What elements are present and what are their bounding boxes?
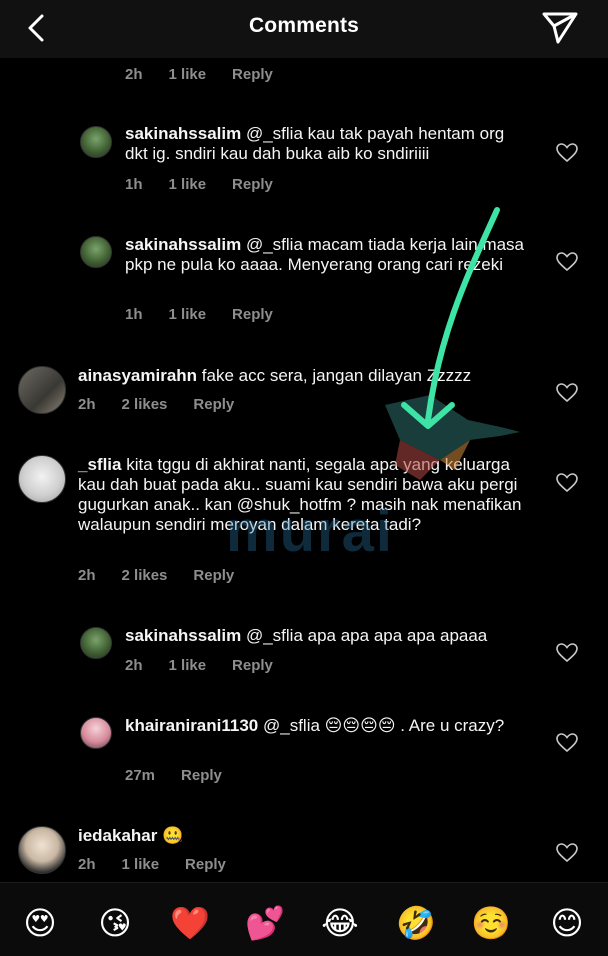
send-icon[interactable]	[540, 8, 580, 46]
page-title: Comments	[248, 14, 360, 37]
comment-likes[interactable]: 1 like	[169, 176, 207, 193]
heart-icon[interactable]	[556, 143, 578, 163]
reply-button[interactable]: Reply	[232, 176, 273, 193]
reply-button[interactable]: Reply	[232, 306, 273, 323]
comment-meta: 1h 1 like Reply	[125, 306, 299, 323]
red-heart-emoji[interactable]: ❤️	[170, 903, 210, 943]
heart-icon[interactable]	[556, 252, 578, 272]
comment-time: 2h	[78, 567, 96, 584]
avatar[interactable]	[80, 717, 112, 749]
comment-likes[interactable]: 1 like	[169, 306, 207, 323]
comment-username[interactable]: ainasyamirahn	[78, 366, 197, 385]
comment-likes[interactable]: 1 like	[169, 66, 207, 83]
avatar[interactable]	[80, 627, 112, 659]
comment-time: 2h	[125, 657, 143, 674]
comment-text: fake acc sera, jangan dilayan Zzzzz	[197, 366, 472, 385]
reply-button[interactable]: Reply	[185, 856, 226, 873]
smiling-emoji[interactable]: ☺️	[471, 903, 511, 943]
comment-meta: 2h 1 like Reply	[125, 657, 299, 674]
heart-icon[interactable]	[556, 473, 578, 493]
heart-icon[interactable]	[556, 733, 578, 753]
comment-likes[interactable]: 1 like	[169, 657, 207, 674]
comment-username[interactable]: _sflia	[78, 455, 121, 474]
comment-likes[interactable]: 2 likes	[122, 567, 168, 584]
comment-username[interactable]: khairanirani1130	[125, 716, 258, 735]
heart-icon[interactable]	[556, 843, 578, 863]
comment-text: 🤐	[157, 826, 184, 845]
comment-meta: 27m Reply	[125, 767, 248, 784]
comment-username[interactable]: sakinahssalim	[125, 235, 241, 254]
rofl-emoji[interactable]: 🤣	[396, 903, 436, 943]
comment-meta: 2h 2 likes Reply	[78, 396, 260, 413]
avatar[interactable]	[18, 826, 66, 874]
heart-icon[interactable]	[556, 383, 578, 403]
comment-username[interactable]: sakinahssalim	[125, 626, 241, 645]
comment-time: 2h	[78, 856, 96, 873]
two-hearts-emoji[interactable]: 💕	[245, 903, 285, 943]
avatar[interactable]	[18, 366, 66, 414]
blush-emoji[interactable]: 😊	[547, 903, 587, 943]
comment-likes[interactable]: 2 likes	[122, 396, 168, 413]
reply-button[interactable]: Reply	[181, 767, 222, 784]
comment-text: @_sflia apa apa apa apa apaaa	[241, 626, 488, 645]
avatar[interactable]	[80, 126, 112, 158]
comment-time: 2h	[78, 396, 96, 413]
avatar[interactable]	[80, 236, 112, 268]
comment-meta: 1h 1 like Reply	[125, 176, 299, 193]
comment-text: @_sflia 😔😔😔😔 . Are u crazy?	[258, 716, 505, 735]
reply-button[interactable]: Reply	[232, 66, 273, 83]
comment-username[interactable]: iedakahar	[78, 826, 157, 845]
comment-time: 2h	[125, 66, 143, 83]
comment-meta: 2h 1 like Reply	[125, 66, 299, 83]
comment-likes[interactable]: 1 like	[122, 856, 160, 873]
comment-time: 27m	[125, 767, 156, 784]
comment-username[interactable]: sakinahssalim	[125, 124, 241, 143]
header-bar: Comments	[0, 0, 608, 58]
emoji-reaction-bar: 😍 😘 ❤️ 💕 😂 🤣 ☺️ 😊	[0, 882, 608, 956]
watermark-logo: murai	[226, 499, 394, 564]
reply-button[interactable]: Reply	[193, 567, 234, 584]
comment-time: 1h	[125, 306, 143, 323]
comment-meta: 2h 1 like Reply	[78, 856, 252, 873]
kiss-emoji[interactable]: 😘	[95, 903, 135, 943]
heart-icon[interactable]	[556, 643, 578, 663]
heart-eyes-emoji[interactable]: 😍	[20, 903, 60, 943]
reply-button[interactable]: Reply	[232, 657, 273, 674]
avatar[interactable]	[18, 455, 66, 503]
reply-button[interactable]: Reply	[193, 396, 234, 413]
comment-meta: 2h 2 likes Reply	[78, 567, 260, 584]
tears-of-joy-emoji[interactable]: 😂	[320, 903, 360, 943]
comment-time: 1h	[125, 176, 143, 193]
